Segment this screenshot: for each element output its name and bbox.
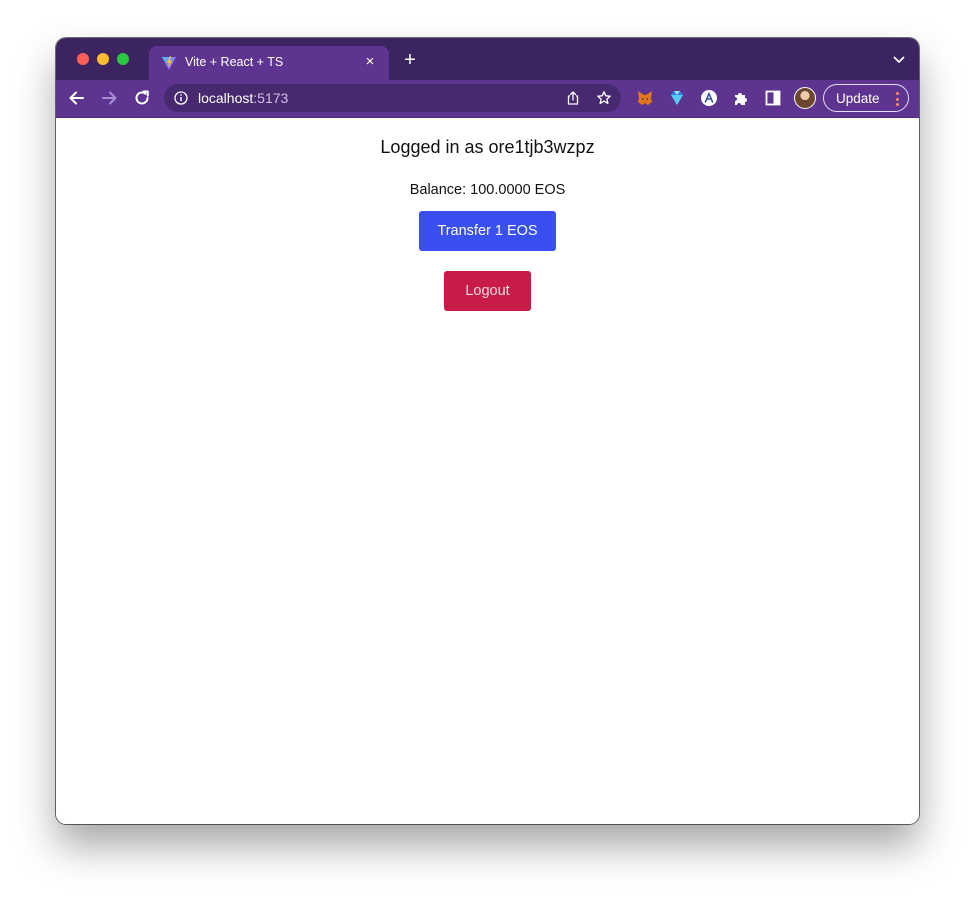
update-button[interactable]: Update [823,84,909,112]
tab-title: Vite + React + TS [185,55,284,69]
page-content: Logged in as ore1tjb3wzpz Balance: 100.0… [56,118,919,824]
side-panel-icon[interactable] [764,89,782,107]
browser-toolbar: localhost:5173 Update [56,80,919,118]
tab-strip: Vite + React + TS × + [56,38,919,80]
logged-in-heading: Logged in as ore1tjb3wzpz [380,137,595,157]
logout-button[interactable]: Logout [444,271,531,311]
vite-logo-icon [162,56,176,70]
new-tab-button[interactable]: + [400,50,420,70]
tab-close-icon[interactable]: × [361,53,379,71]
reload-icon[interactable] [132,88,152,108]
browser-window: Vite + React + TS × + localhost:5173 Upd… [56,38,919,824]
close-window-button[interactable] [77,53,89,65]
back-arrow-icon[interactable] [67,88,87,108]
bookmark-star-icon[interactable] [596,90,612,106]
minimize-window-button[interactable] [97,53,109,65]
metamask-fox-icon[interactable] [636,89,654,107]
anchor-wallet-icon[interactable] [700,89,718,107]
diamond-wallet-icon[interactable] [668,89,686,107]
profile-avatar[interactable] [794,87,816,109]
balance-text: Balance: 100.0000 EOS [409,182,566,198]
site-info-icon[interactable] [174,91,188,105]
tab-vite-react-ts[interactable]: Vite + React + TS × [149,46,389,80]
url-port: :5173 [253,90,289,106]
puzzle-extensions-icon[interactable] [732,89,750,107]
url-text[interactable]: localhost:5173 [198,90,288,106]
share-icon[interactable] [565,90,581,106]
update-label: Update [836,91,880,106]
url-host: localhost [198,90,254,106]
more-menu-icon[interactable] [896,92,899,106]
address-bar[interactable]: localhost:5173 [164,84,621,112]
maximize-window-button[interactable] [117,53,129,65]
chevron-down-icon[interactable] [893,55,905,65]
transfer-button[interactable]: Transfer 1 EOS [419,211,556,251]
forward-arrow-icon[interactable] [99,88,119,108]
